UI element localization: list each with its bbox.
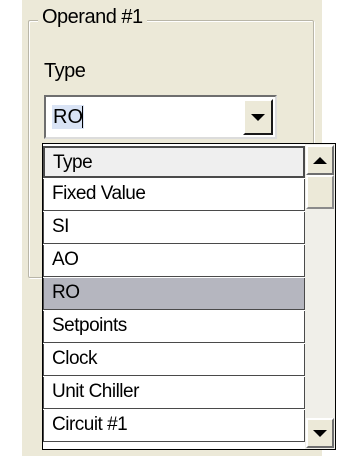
dropdown-item[interactable]: Unit Chiller <box>43 377 305 409</box>
type-dropdown-list[interactable]: Type Fixed Value SI AO RO Setpoints Clock Unit … <box>42 143 336 450</box>
type-label: Type <box>44 60 86 82</box>
scroll-up-button[interactable] <box>306 145 334 175</box>
dropdown-item[interactable]: Circuit #1 <box>43 410 305 442</box>
type-combobox-value[interactable]: RO <box>52 105 84 129</box>
scroll-down-arrow-icon <box>313 429 327 437</box>
dropdown-item[interactable]: RO <box>43 278 305 310</box>
dropdown-item[interactable]: Fixed Value <box>43 179 305 211</box>
dropdown-item[interactable]: SI <box>43 212 305 244</box>
scroll-down-button[interactable] <box>306 418 334 448</box>
operand-groupbox-title: Operand #1 <box>38 6 147 29</box>
dropdown-header: Type <box>43 146 305 178</box>
scroll-up-arrow-icon <box>313 156 327 164</box>
chevron-down-icon <box>251 113 265 121</box>
dropdown-item[interactable]: AO <box>43 245 305 277</box>
scroll-thumb[interactable] <box>306 175 334 209</box>
dropdown-item[interactable]: Clock <box>43 344 305 376</box>
dropdown-scrollbar[interactable] <box>305 144 335 449</box>
type-combobox[interactable]: RO <box>44 95 277 139</box>
combo-dropdown-button[interactable] <box>243 99 273 135</box>
text-caret <box>82 106 83 128</box>
dropdown-item[interactable]: Setpoints <box>43 311 305 343</box>
